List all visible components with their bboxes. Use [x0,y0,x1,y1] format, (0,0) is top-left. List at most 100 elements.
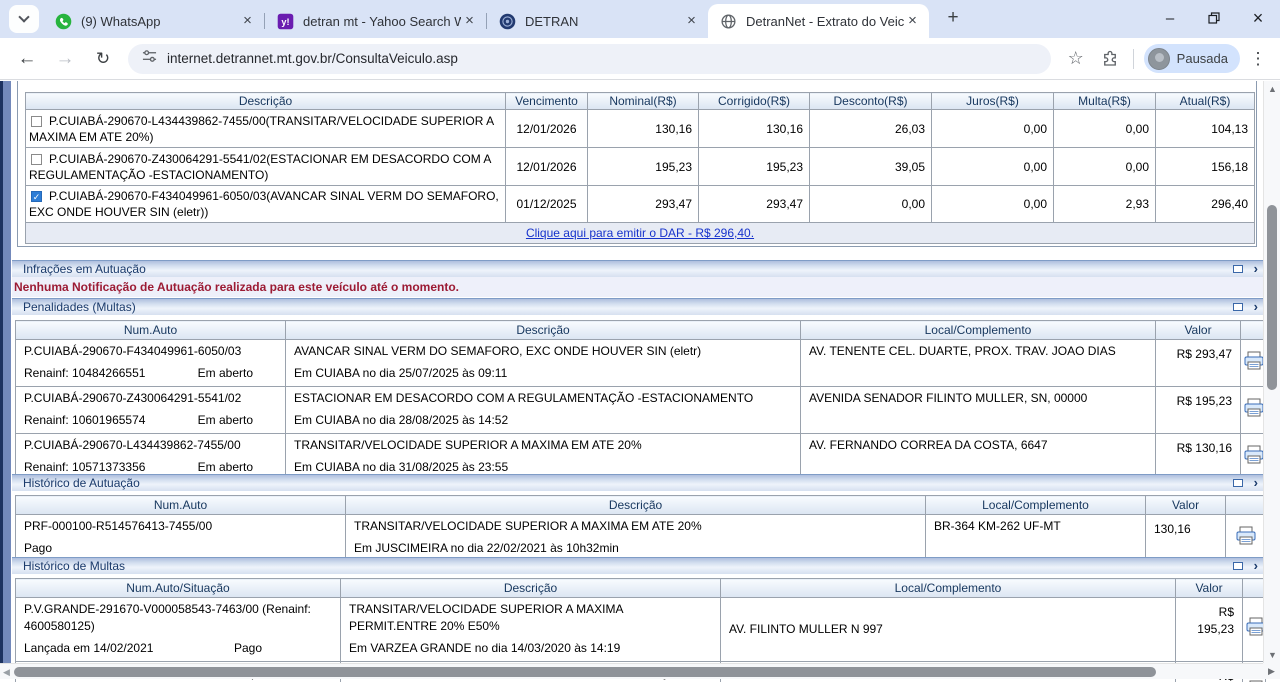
vertical-scroll-thumb[interactable] [1267,205,1277,390]
scroll-up-icon[interactable]: ▲ [1264,84,1280,94]
debito-row: P.CUIABÁ-290670-Z430064291-5541/02(ESTAC… [26,148,1255,186]
profile-status-label: Pausada [1177,51,1228,66]
col-nominal: Nominal(R$) [588,93,699,110]
horizontal-scrollbar[interactable]: ◀ [0,663,1263,679]
debito-corrigido: 130,16 [699,110,810,148]
print-button[interactable] [1226,515,1266,562]
debit-checkbox[interactable] [31,116,42,127]
printer-icon [1235,526,1257,546]
bookmark-star-icon[interactable]: ☆ [1061,44,1091,74]
forward-button[interactable]: → [49,43,81,75]
local-data: Em JUSCIMEIRA no dia 22/02/2021 às 10h32… [354,540,619,557]
tab-detran[interactable]: DETRAN × [487,4,708,38]
window-controls: – × [1148,0,1280,36]
maximize-section-icon[interactable] [1233,303,1243,311]
debito-row: P.CUIABÁ-290670-L434439862-7455/00(TRANS… [26,110,1255,148]
num-auto: P.V.GRANDE-291670-V000058543-7463/00 (Re… [24,601,332,635]
horizontal-scroll-thumb[interactable] [14,667,1156,677]
avatar [1148,48,1170,70]
debito-nominal: 130,16 [588,110,699,148]
reload-button[interactable]: ↻ [87,43,119,75]
close-window-button[interactable]: × [1236,0,1280,36]
printer-icon [1243,351,1265,371]
descricao: AVANCAR SINAL VERM DO SEMAFORO, EXC ONDE… [294,343,792,360]
maximize-section-icon[interactable] [1233,265,1243,273]
restore-button[interactable] [1192,0,1236,36]
expand-chevron-icon[interactable]: › [1254,261,1258,277]
col-desconto: Desconto(R$) [810,93,932,110]
maximize-section-icon[interactable] [1233,562,1243,570]
col-descricao: Descrição [346,496,926,515]
browser-toolbar: ← → ↻ internet.detrannet.mt.gov.br/Consu… [0,38,1280,80]
col-local: Local/Complemento [926,496,1146,515]
col-valor: Valor [1156,321,1241,340]
col-vencimento: Vencimento [506,93,588,110]
debito-atual: 156,18 [1156,148,1255,186]
debito-desconto: 39,05 [810,148,932,186]
tab-whatsapp[interactable]: (9) WhatsApp × [43,4,264,38]
globe-icon [720,13,737,30]
section-penalidades-multas[interactable]: Penalidades (Multas) › [12,298,1266,315]
debito-desconto: 0,00 [810,186,932,223]
new-tab-button[interactable]: + [939,5,967,33]
debitos-container: Descrição Vencimento Nominal(R$) Corrigi… [17,81,1257,247]
penalidade-row: P.CUIABÁ-290670-Z430064291-5541/02 Renai… [16,387,1266,434]
site-settings-icon[interactable] [142,49,157,69]
col-atual: Atual(R$) [1156,93,1255,110]
detran-icon [499,13,516,30]
emit-dar-link[interactable]: Clique aqui para emitir o DAR - R$ 296,4… [526,226,754,240]
close-icon[interactable]: × [904,13,921,30]
browser-menu-button[interactable]: ⋮ [1244,49,1272,69]
extensions-icon[interactable] [1095,44,1125,74]
profile-sync-pill[interactable]: Pausada [1144,44,1240,73]
print-button[interactable] [1241,387,1266,434]
tab-yahoo-search[interactable]: y! detran mt - Yahoo Search Web × [265,4,486,38]
section-title: Histórico de Autuação [23,476,140,490]
debitos-table: Descrição Vencimento Nominal(R$) Corrigi… [25,92,1255,244]
debito-atual: 104,13 [1156,110,1255,148]
section-historico-autuacao[interactable]: Histórico de Autuação › [12,474,1266,491]
print-button[interactable] [1241,340,1266,387]
vertical-scrollbar[interactable]: ▲ ▼ [1263,81,1280,663]
close-icon[interactable]: × [461,13,478,30]
maximize-section-icon[interactable] [1233,479,1243,487]
scroll-left-icon[interactable]: ◀ [3,667,10,678]
scroll-right-icon[interactable]: ▶ [1263,663,1280,679]
tab-detrannet-active[interactable]: DetranNet - Extrato do Veiculo × [708,4,929,38]
valor: R$ 195,23 [1176,598,1243,662]
local-data: Em VARZEA GRANDE no dia 14/03/2020 às 14… [349,640,620,657]
debit-checkbox[interactable] [31,154,42,165]
col-num-auto: Num.Auto [16,496,346,515]
close-icon[interactable]: × [239,13,256,30]
debito-multa: 2,93 [1054,186,1156,223]
hist-multas-header-row: Num.Auto/Situação Descrição Local/Comple… [16,579,1266,598]
minimize-button[interactable]: – [1148,0,1192,36]
hist-autuacao-header-row: Num.Auto Descrição Local/Complemento Val… [16,496,1266,515]
debito-vencimento: 01/12/2025 [506,186,588,223]
expand-chevron-icon[interactable]: › [1254,299,1258,315]
debito-corrigido: 293,47 [699,186,810,223]
section-historico-multas[interactable]: Histórico de Multas › [12,557,1266,574]
debit-checkbox-checked[interactable]: ✓ [31,191,42,202]
expand-chevron-icon[interactable]: › [1254,475,1258,491]
debito-juros: 0,00 [932,148,1054,186]
scroll-down-icon[interactable]: ▼ [1264,650,1280,660]
col-num-auto-situacao: Num.Auto/Situação [16,579,341,598]
num-auto: PRF-000100-R514576413-7455/00 [24,518,337,535]
col-print [1241,321,1266,340]
debito-juros: 0,00 [932,186,1054,223]
section-infracoes-autuacao[interactable]: Infrações em Autuação › [12,260,1266,277]
tab-search-button[interactable] [9,5,39,33]
local-complemento: AVENIDA SENADOR FILINTO MULLER, SN, 0000… [801,387,1156,434]
local-data: Em CUIABA no dia 25/07/2025 às 09:11 [294,365,507,382]
col-corrigido: Corrigido(R$) [699,93,810,110]
local-complemento: AV. TENENTE CEL. DUARTE, PROX. TRAV. JOA… [801,340,1156,387]
debito-descricao: P.CUIABÁ-290670-F434049961-6050/03(AVANC… [29,189,499,219]
expand-chevron-icon[interactable]: › [1254,558,1258,574]
valor: R$ 195,23 [1156,387,1241,434]
address-bar[interactable]: internet.detrannet.mt.gov.br/ConsultaVei… [128,44,1051,74]
col-descricao: Descrição [286,321,801,340]
whatsapp-icon [55,13,72,30]
back-button[interactable]: ← [11,43,43,75]
close-icon[interactable]: × [683,13,700,30]
